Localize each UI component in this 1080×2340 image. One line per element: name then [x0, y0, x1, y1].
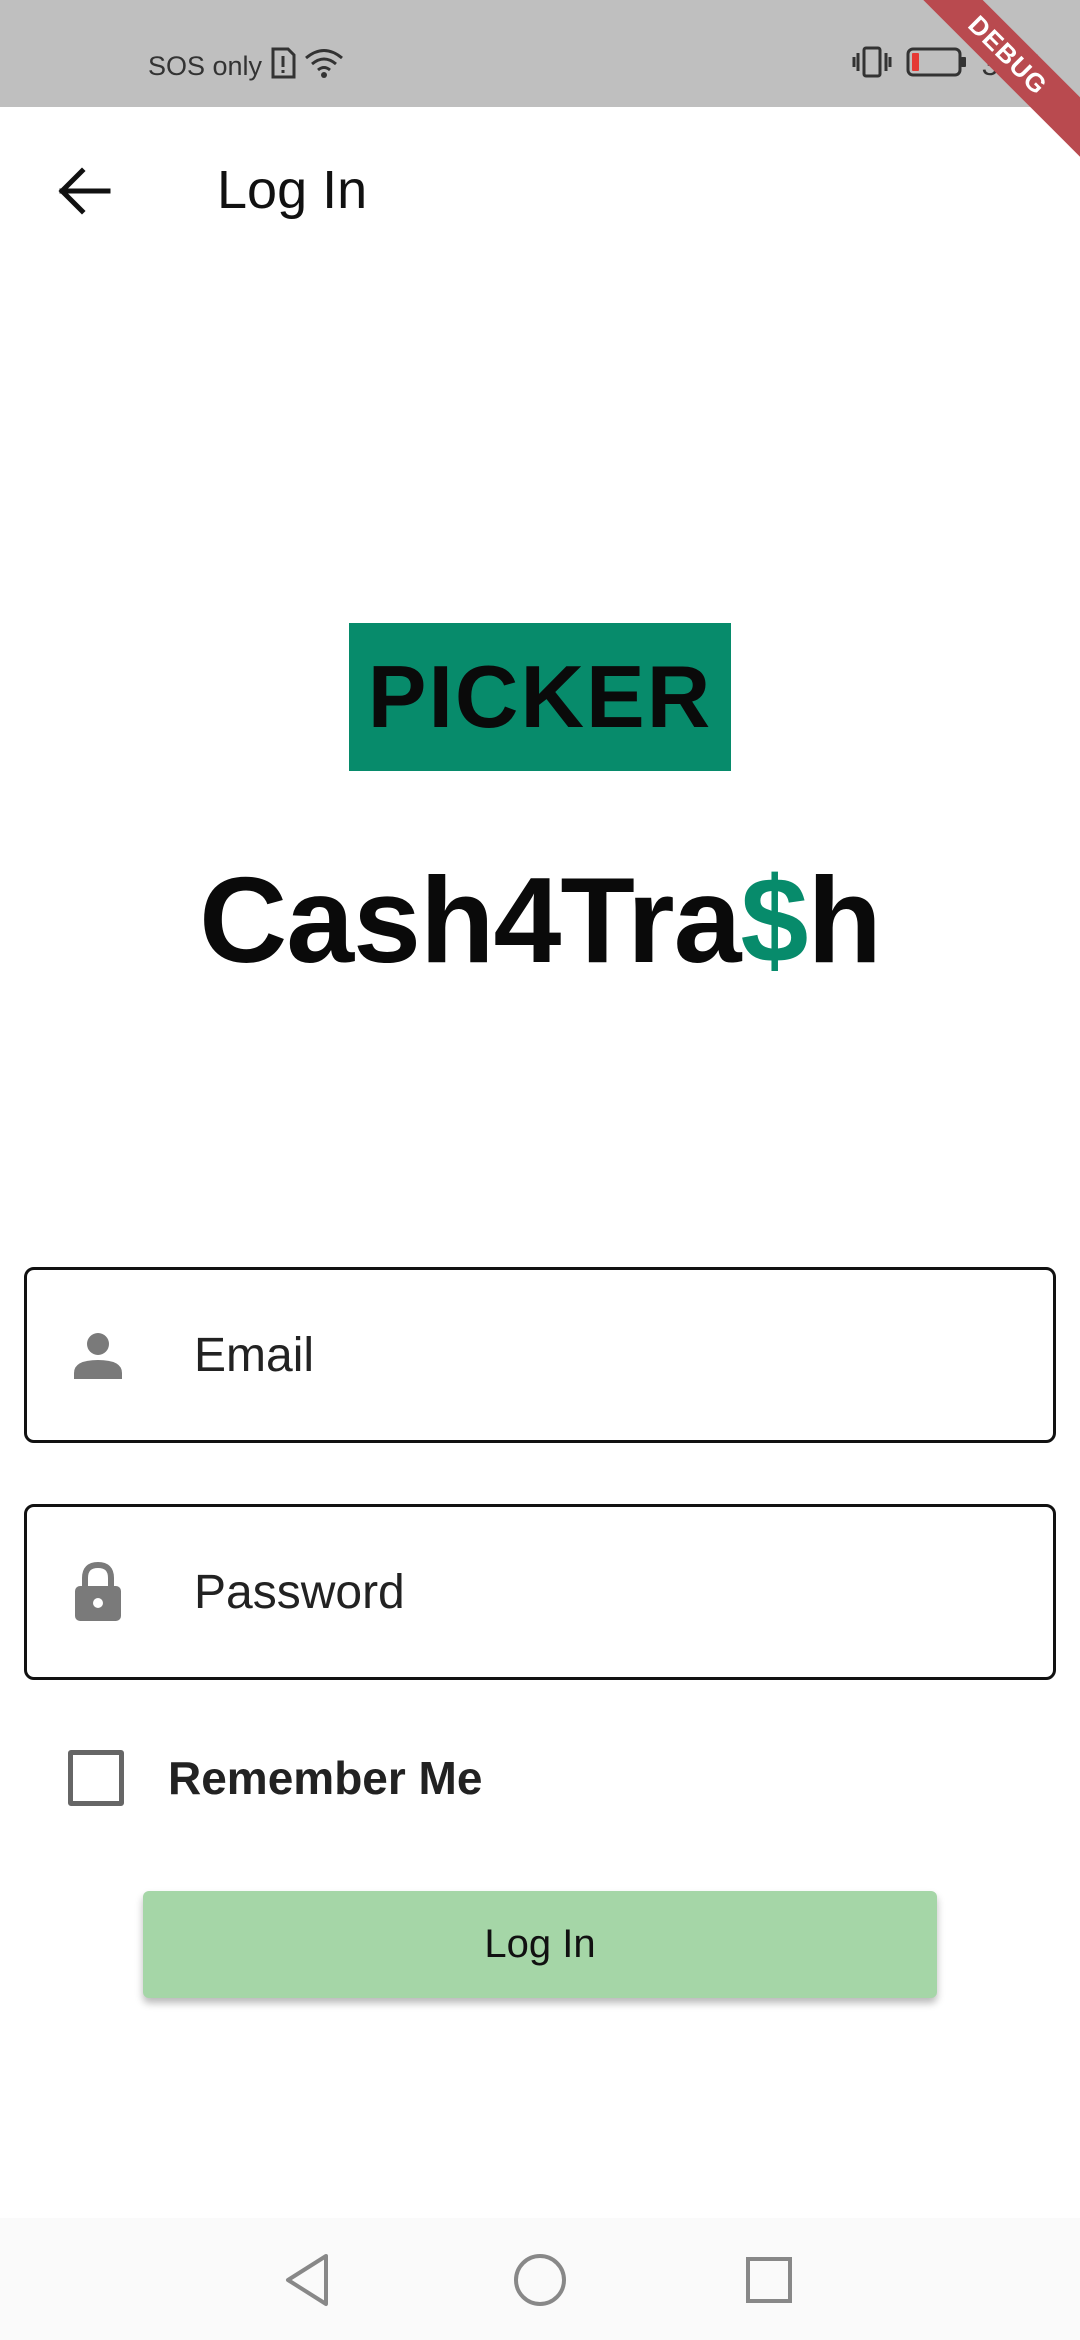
nav-recents-button[interactable] [734, 2245, 804, 2315]
battery-icon [906, 46, 968, 86]
back-button[interactable] [40, 147, 128, 235]
app-bar: Log In [0, 107, 1080, 282]
status-bar: SOS only DEBUG [0, 0, 1080, 162]
navigation-bar [0, 2218, 1080, 2340]
circle-home-icon [514, 2254, 566, 2306]
square-recents-icon [746, 2257, 792, 2303]
remember-me-label: Remember Me [168, 1752, 483, 1804]
nav-back-button[interactable] [272, 2245, 342, 2315]
password-placeholder: Password [194, 1565, 405, 1619]
lock-icon [70, 1561, 126, 1622]
nav-home-button[interactable] [505, 2245, 575, 2315]
arrow-left-icon [58, 167, 111, 215]
triangle-back-icon [286, 2254, 328, 2306]
status-left: SOS only [148, 44, 344, 88]
remember-me-row: Remember Me [68, 1748, 482, 1808]
picker-badge: PICKER [349, 623, 731, 771]
email-field[interactable]: Email [24, 1267, 1056, 1443]
login-button[interactable]: Log In [143, 1891, 937, 1998]
email-placeholder: Email [194, 1328, 315, 1382]
brand-pre-text: Cash4Tra [199, 852, 741, 988]
vibrate-icon [852, 45, 892, 87]
remember-me-checkbox[interactable] [68, 1750, 124, 1806]
login-screen: SOS only DEBUG Log In PICKER Cash4Tra$h … [0, 0, 1080, 2340]
sim-alert-icon [270, 47, 296, 86]
brand-dollar-text: $ [740, 852, 808, 988]
password-field[interactable]: Password [24, 1504, 1056, 1680]
brand-logo: Cash4Tra$h [0, 850, 1080, 990]
carrier-text: SOS only [148, 50, 263, 81]
person-icon [70, 1325, 126, 1385]
brand-post-text: h [807, 852, 882, 988]
page-title: Log In [217, 160, 368, 220]
wifi-icon [304, 47, 344, 86]
